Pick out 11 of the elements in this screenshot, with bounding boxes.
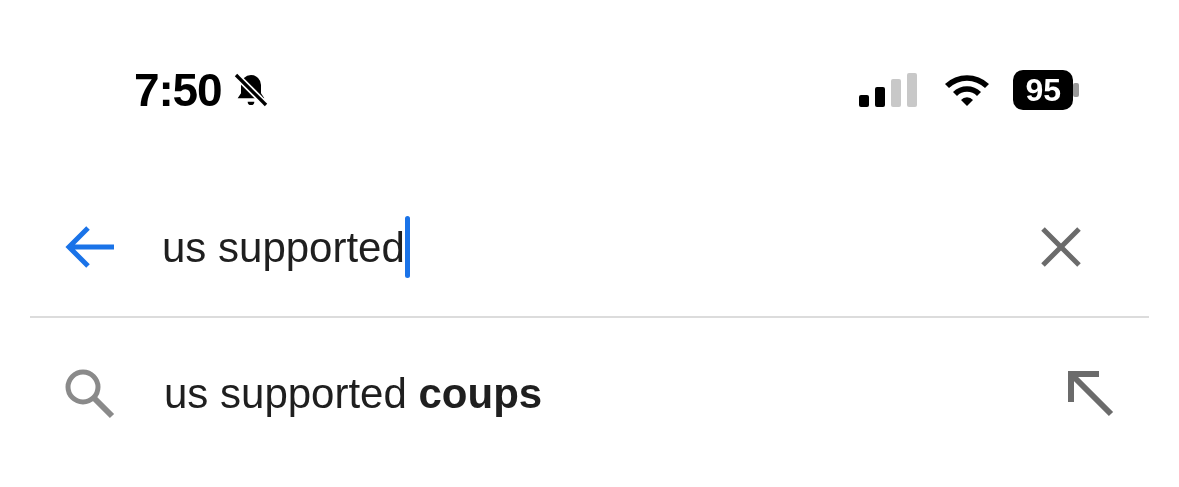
arrow-up-left-icon[interactable] [1065, 368, 1115, 418]
status-time: 7:50 [134, 62, 222, 118]
suggestion-text: us supported coups [164, 368, 544, 419]
close-icon[interactable] [1039, 225, 1083, 269]
text-cursor [404, 216, 410, 278]
wifi-icon [943, 72, 992, 108]
suggestion-item[interactable]: us supported coups [0, 318, 1179, 468]
back-arrow-icon[interactable] [64, 225, 116, 269]
signal-icon [859, 73, 920, 107]
search-field[interactable]: us supported [162, 207, 1039, 287]
battery-indicator: 95 [1013, 70, 1073, 110]
